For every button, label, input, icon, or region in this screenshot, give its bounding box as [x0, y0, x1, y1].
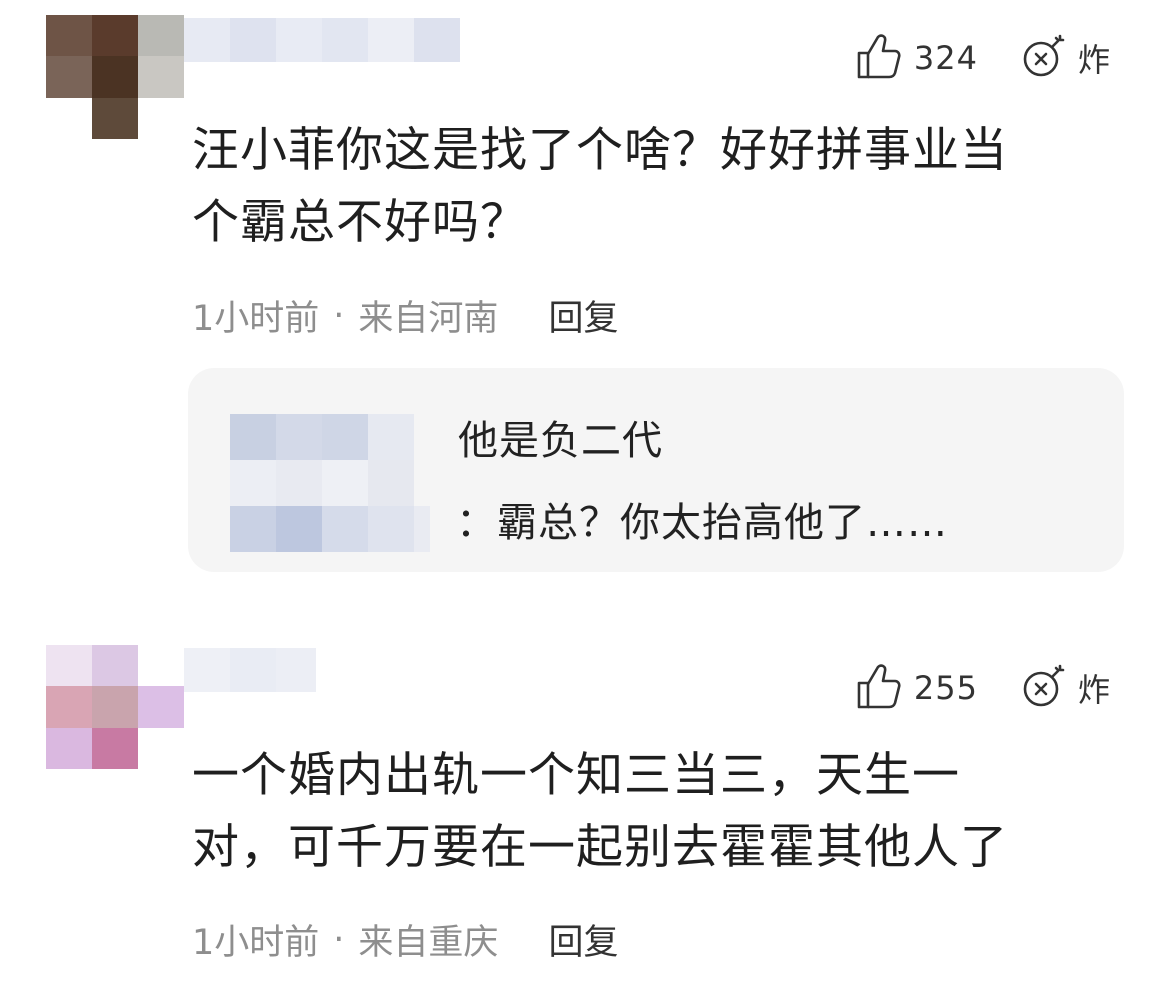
- reply-text: 他是负二代: [458, 418, 663, 464]
- comment-meta: 1小时前 · 来自重庆 回复: [192, 914, 618, 965]
- bomb-button[interactable]: 炸: [1020, 663, 1110, 713]
- comment-time: 1小时前: [192, 299, 320, 339]
- reply-button[interactable]: 回复: [548, 290, 618, 341]
- meta-separator: ·: [333, 295, 345, 336]
- like-button[interactable]: 255: [856, 662, 978, 714]
- bomb-button[interactable]: 炸: [1020, 33, 1110, 83]
- bomb-icon: [1020, 663, 1066, 713]
- reply-username-redacted[interactable]: [230, 460, 414, 506]
- thumbs-up-icon: [856, 32, 902, 84]
- comment-text: 汪小菲你这是找了个啥？好好拼事业当 个霸总不好吗？: [192, 123, 1008, 250]
- bomb-label: 炸: [1077, 41, 1110, 79]
- comment-location: 来自重庆: [358, 923, 499, 963]
- comment-text: 一个婚内出轨一个知三当三，天生一 对，可千万要在一起别去霍霍其他人了: [192, 748, 1008, 875]
- comment-actions: 255 炸: [856, 663, 1110, 713]
- reply-text: ：霸总？你太抬高他了……: [456, 500, 948, 546]
- avatar[interactable]: [46, 645, 184, 769]
- comment-item: 255 炸 一个婚内出轨一个知三当三，天生一 对，可千万要在一起别去霍霍其他人了…: [0, 630, 1170, 981]
- like-count: 324: [913, 39, 978, 77]
- comment-meta: 1小时前 · 来自河南 回复: [192, 290, 618, 341]
- meta-separator: ·: [333, 919, 345, 960]
- like-button[interactable]: 324: [856, 32, 978, 84]
- reply-username-redacted[interactable]: [230, 506, 430, 552]
- bomb-label: 炸: [1077, 671, 1110, 709]
- username-redacted[interactable]: [184, 18, 460, 62]
- replies-box[interactable]: 他是负二代 ：霸总？你太抬高他了……: [188, 368, 1124, 572]
- comment-location: 来自河南: [358, 299, 499, 339]
- comment-actions: 324 炸: [856, 33, 1110, 83]
- like-count: 255: [913, 669, 978, 707]
- thumbs-up-icon: [856, 662, 902, 714]
- avatar[interactable]: [46, 15, 184, 139]
- comment-item: 324 炸 汪小菲你这是找了个啥？好好拼事业当 个霸总不好吗？ 1小时前 · 来…: [0, 0, 1170, 600]
- username-redacted[interactable]: [184, 648, 316, 692]
- reply-username-redacted[interactable]: [230, 414, 414, 460]
- comment-time: 1小时前: [192, 923, 320, 963]
- reply-button[interactable]: 回复: [548, 914, 618, 965]
- bomb-icon: [1020, 33, 1066, 83]
